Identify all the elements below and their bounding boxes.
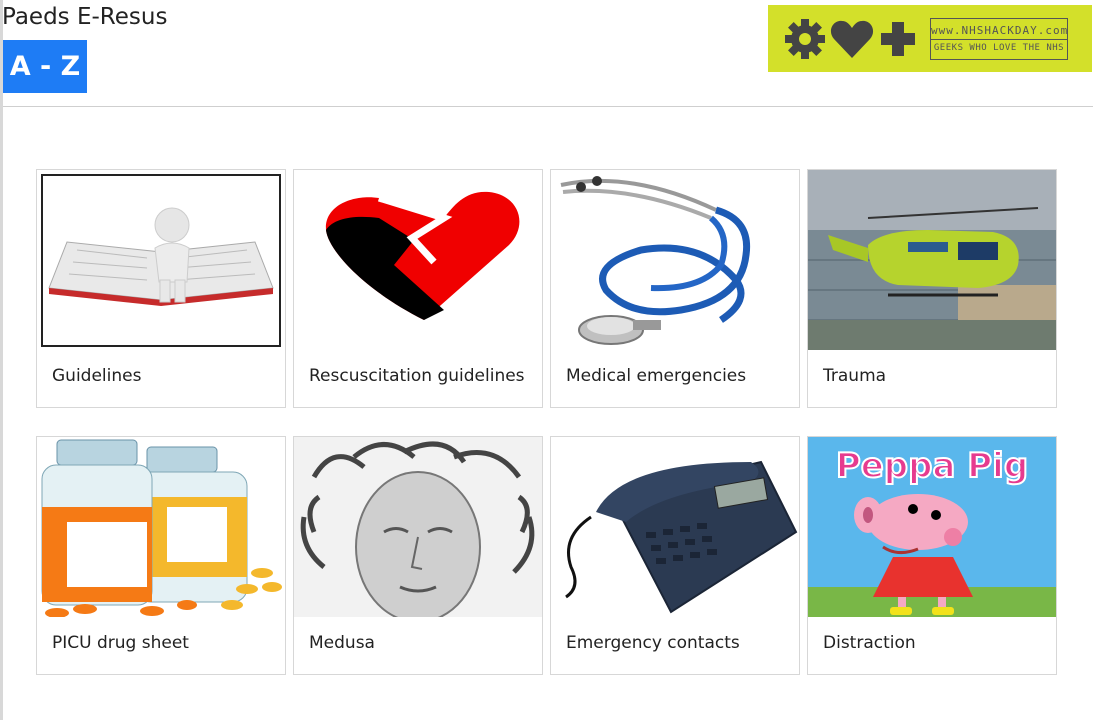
book-figure-image: [37, 170, 285, 350]
plus-icon: [881, 21, 915, 56]
telephone-image: [551, 437, 799, 617]
card-emergency-contacts[interactable]: Emergency contacts: [550, 436, 800, 675]
helicopter-image: [808, 170, 1056, 350]
card-medusa[interactable]: Medusa: [293, 436, 543, 675]
card-label: Trauma: [823, 366, 887, 386]
a-z-button[interactable]: A - Z: [3, 40, 87, 93]
stethoscope-image: [551, 170, 799, 350]
svg-text:Peppa Pig: Peppa Pig: [836, 446, 1028, 486]
left-edge: [0, 0, 3, 720]
nhs-hackday-logo[interactable]: www.NHSHACKDAY.com GEEKS WHO LOVE THE NH…: [768, 5, 1092, 72]
page-title: Paeds E-Resus: [2, 4, 168, 30]
card-label: Medical emergencies: [566, 366, 747, 386]
pill-bottles-image: [37, 437, 285, 617]
card-picu-drug-sheet[interactable]: PICU drug sheet: [36, 436, 286, 675]
card-guidelines[interactable]: Guidelines: [36, 169, 286, 408]
card-medical-emergencies[interactable]: Medical emergencies: [550, 169, 800, 408]
header-divider: [3, 106, 1093, 107]
medusa-image: [294, 437, 542, 617]
card-label: PICU drug sheet: [52, 633, 189, 653]
card-resuscitation-guidelines[interactable]: Rescuscitation guidelines: [293, 169, 543, 408]
card-label: Distraction: [823, 633, 916, 653]
broken-heart-image: [294, 170, 542, 350]
heart-icon: [830, 20, 874, 58]
logo-url-text: www.NHSHACKDAY.com: [931, 24, 1067, 40]
nhs-hackday-badge: www.NHSHACKDAY.com GEEKS WHO LOVE THE NH…: [930, 17, 1068, 60]
card-label: Emergency contacts: [566, 633, 740, 653]
card-label: Guidelines: [52, 366, 142, 386]
gear-icon: [785, 18, 825, 59]
card-distraction[interactable]: Peppa Pig Distraction: [807, 436, 1057, 675]
card-trauma[interactable]: Trauma: [807, 169, 1057, 408]
peppa-pig-image: Peppa Pig: [808, 437, 1056, 617]
card-label: Rescuscitation guidelines: [309, 366, 525, 386]
card-label: Medusa: [309, 633, 375, 653]
logo-tagline: GEEKS WHO LOVE THE NHS: [933, 43, 1065, 53]
